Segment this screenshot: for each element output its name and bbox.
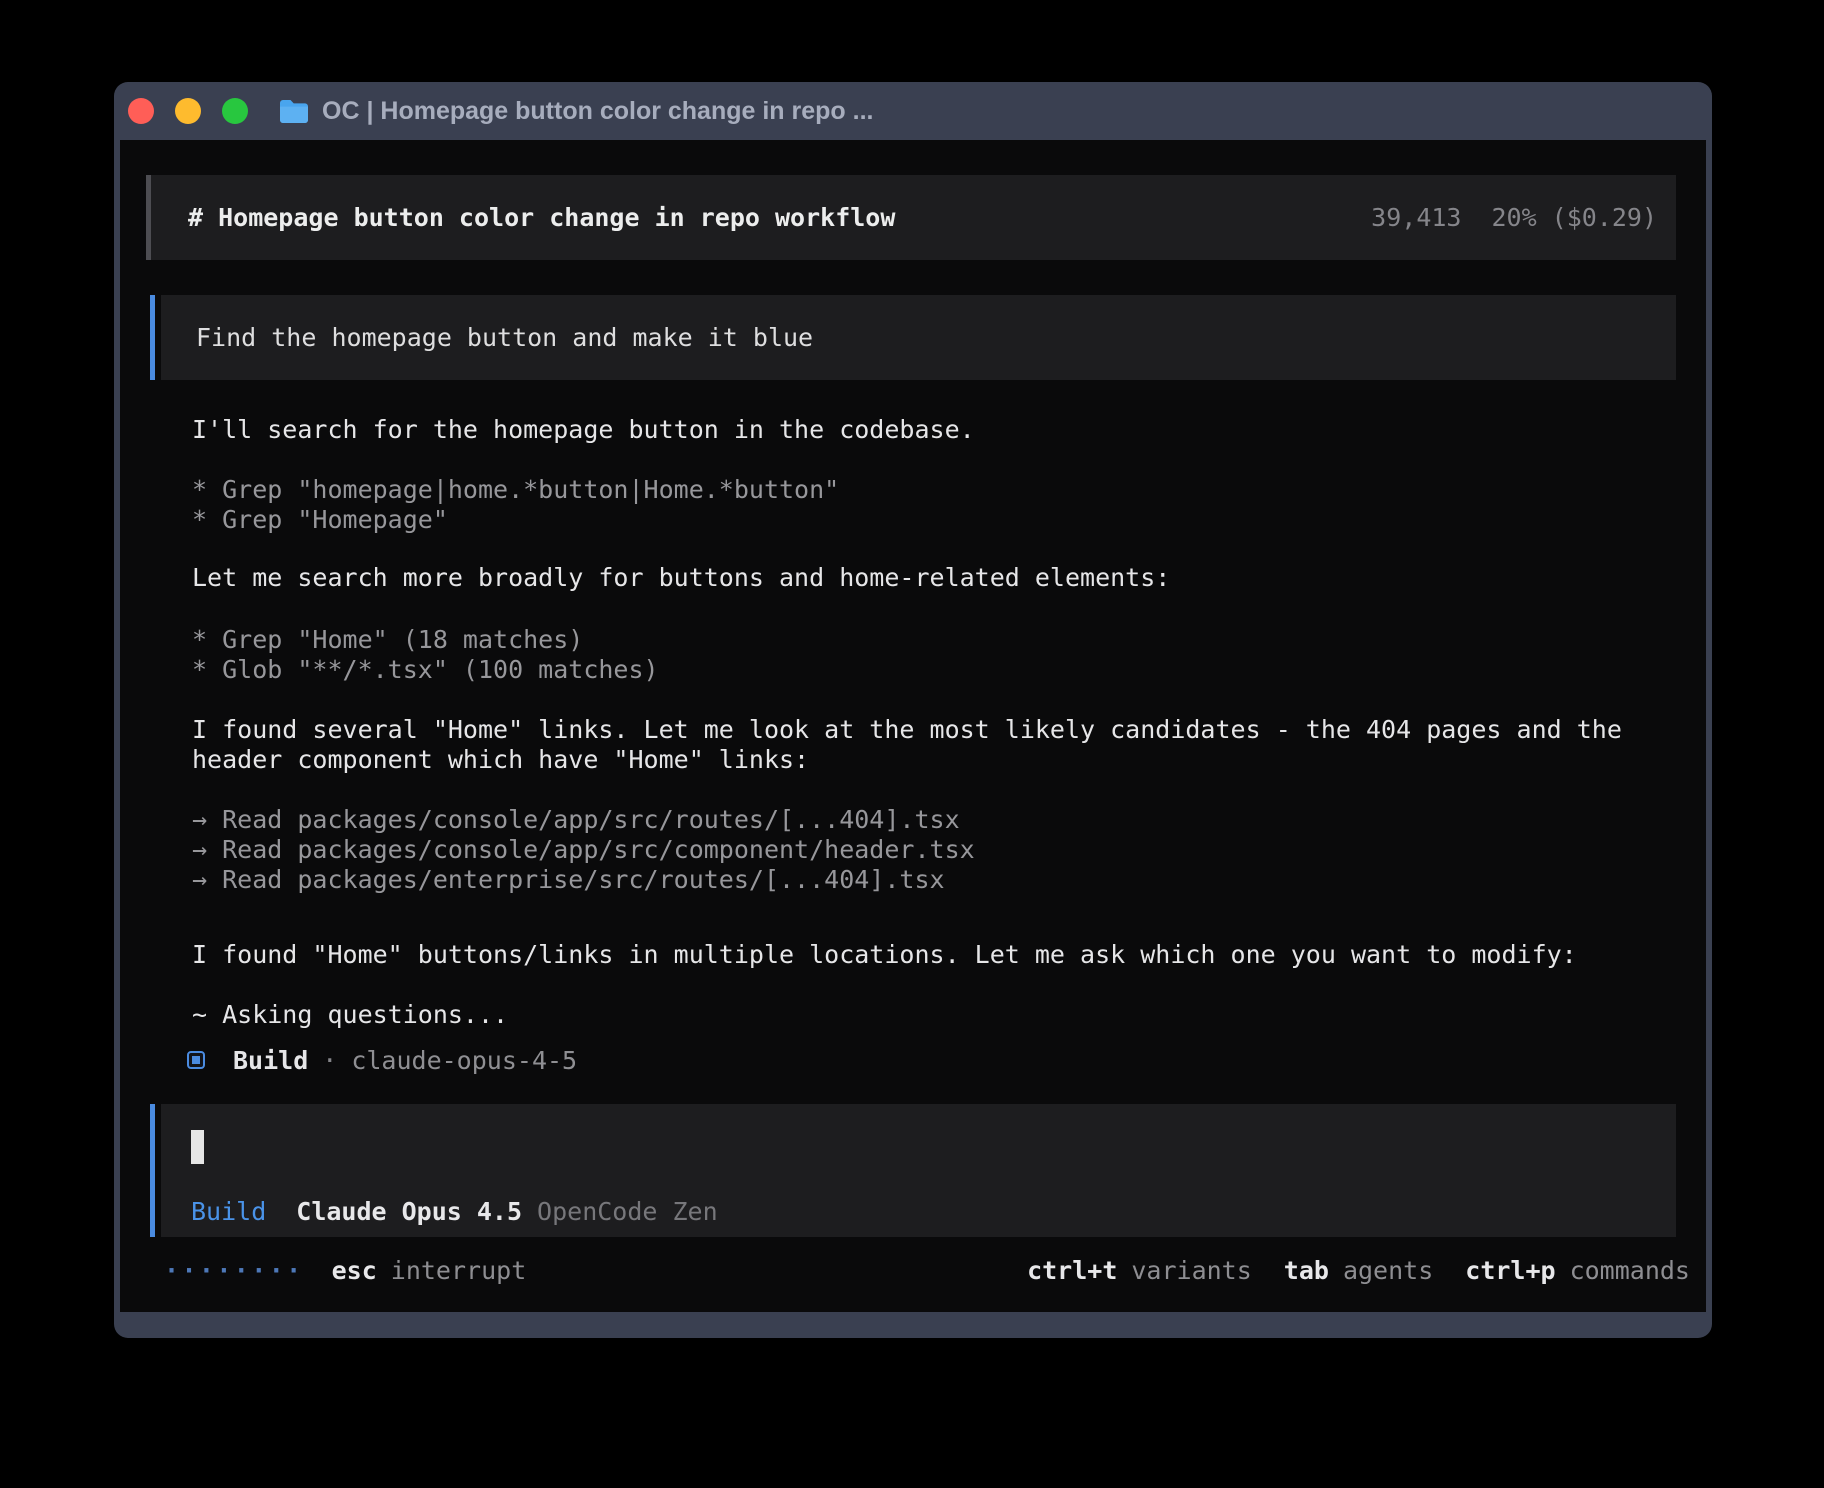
interrupt-key: esc (332, 1256, 377, 1285)
text-cursor (191, 1130, 204, 1164)
agent-status-row: Build · claude-opus-4-5 (187, 1043, 577, 1077)
keyboard-hints: ctrl+t variants tab agents ctrl+p comman… (1027, 1256, 1690, 1285)
assistant-message-line: I'll search for the homepage button in t… (192, 415, 975, 445)
tool-call-line: → Read packages/enterprise/src/routes/[.… (192, 865, 945, 895)
token-count: 39,413 (1371, 203, 1461, 232)
tool-call-line: * Glob "**/*.tsx" (100 matches) (192, 655, 659, 685)
tool-call-line: * Grep "Homepage" (192, 505, 448, 535)
session-title: # Homepage button color change in repo w… (188, 203, 895, 232)
commands-hint: ctrl+p commands (1465, 1256, 1690, 1285)
agent-model: claude-opus-4-5 (351, 1046, 577, 1075)
footer-provider-label: OpenCode Zen (537, 1197, 718, 1226)
assistant-message-line: I found several "Home" links. Let me loo… (192, 715, 1622, 745)
session-stats: 39,413 20% ($0.29) (1371, 203, 1657, 232)
commands-label: commands (1570, 1256, 1690, 1285)
commands-key: ctrl+p (1465, 1256, 1555, 1285)
variants-hint: ctrl+t variants (1027, 1256, 1252, 1285)
footer-agent-label: Build (191, 1197, 266, 1226)
folder-icon (278, 98, 310, 125)
agent-separator: · (322, 1046, 337, 1075)
titlebar: OC | Homepage button color change in rep… (114, 82, 1712, 140)
terminal-content: # Homepage button color change in repo w… (120, 140, 1706, 1312)
traffic-lights (128, 98, 248, 124)
minimize-button[interactable] (175, 98, 201, 124)
interrupt-label: interrupt (391, 1256, 526, 1285)
user-message: Find the homepage button and make it blu… (150, 295, 1676, 380)
tool-call-line: → Read packages/console/app/src/componen… (192, 835, 975, 865)
interrupt-hint: esc interrupt (332, 1256, 527, 1285)
user-message-text: Find the homepage button and make it blu… (196, 323, 813, 352)
prompt-input[interactable]: Build Claude Opus 4.5 OpenCode Zen (150, 1104, 1676, 1237)
tool-call-line: → Read packages/console/app/src/routes/[… (192, 805, 960, 835)
spinner-dots: ········ (164, 1256, 304, 1285)
session-cost: ($0.29) (1552, 203, 1657, 232)
context-percent: 20% (1491, 203, 1536, 232)
input-footer: Build Claude Opus 4.5 OpenCode Zen (191, 1197, 718, 1227)
agents-hint: tab agents (1284, 1256, 1433, 1285)
close-button[interactable] (128, 98, 154, 124)
session-header: # Homepage button color change in repo w… (146, 175, 1676, 260)
agents-label: agents (1343, 1256, 1433, 1285)
assistant-message-line: header component which have "Home" links… (192, 745, 809, 775)
zoom-button[interactable] (222, 98, 248, 124)
variants-key: ctrl+t (1027, 1256, 1117, 1285)
assistant-message-line: Let me search more broadly for buttons a… (192, 563, 1170, 593)
tool-call-line: * Grep "homepage|home.*button|Home.*butt… (192, 475, 839, 505)
variants-label: variants (1131, 1256, 1251, 1285)
agents-key: tab (1284, 1256, 1329, 1285)
footer-model-label: Claude Opus 4.5 (296, 1197, 522, 1226)
status-bar: ········ esc interrupt ctrl+t variants t… (120, 1255, 1706, 1285)
terminal-window: OC | Homepage button color change in rep… (114, 82, 1712, 1338)
status-message-line: ~ Asking questions... (192, 1000, 508, 1030)
window-bottom-edge (114, 1312, 1712, 1338)
tool-call-line: * Grep "Home" (18 matches) (192, 625, 583, 655)
window-title: OC | Homepage button color change in rep… (322, 97, 873, 126)
build-agent-icon (187, 1051, 205, 1069)
assistant-message-line: I found "Home" buttons/links in multiple… (192, 940, 1577, 970)
agent-name: Build (233, 1046, 308, 1075)
